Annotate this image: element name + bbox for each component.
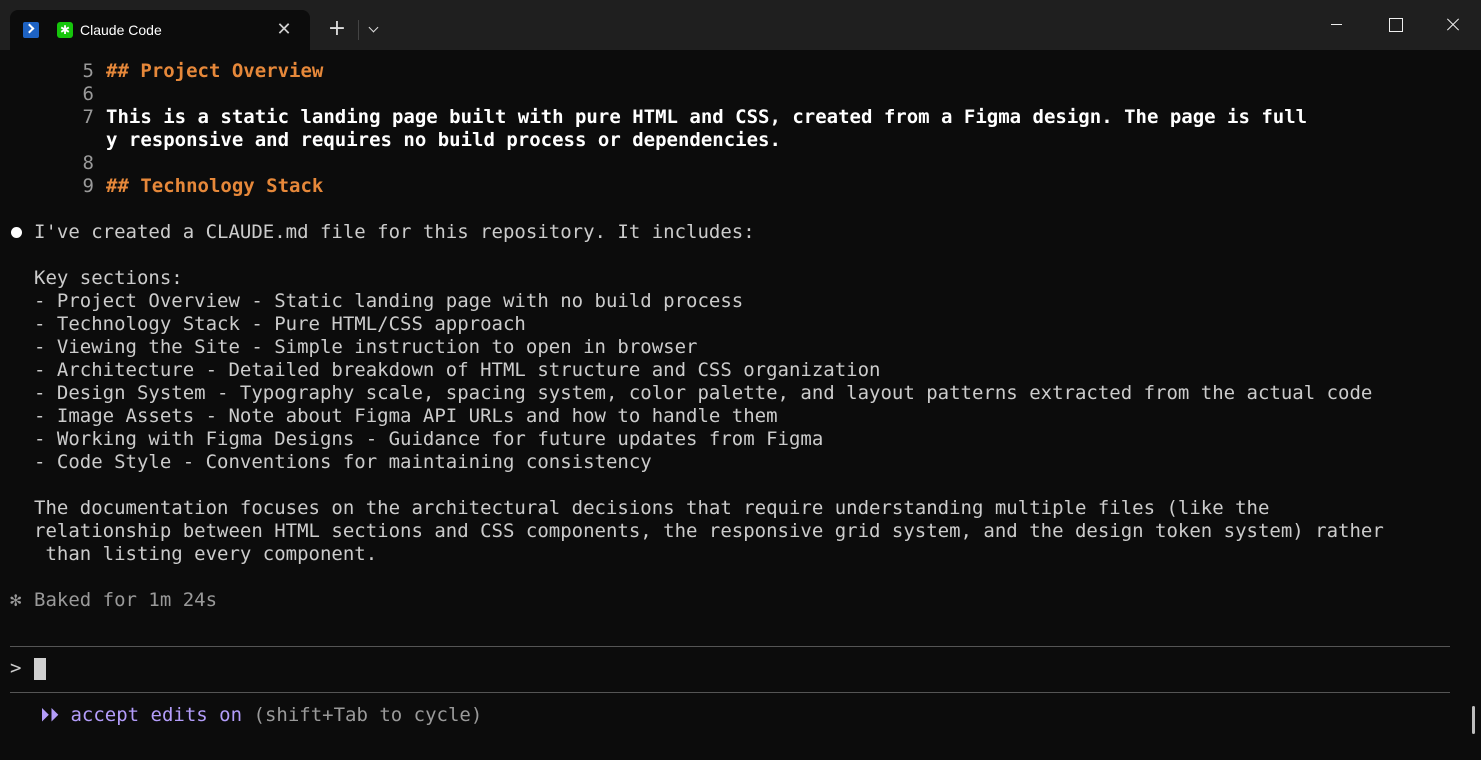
spark-icon: ✻ bbox=[10, 589, 22, 611]
line-number: 5 bbox=[82, 60, 94, 82]
input-top-divider bbox=[10, 646, 1450, 647]
terminal-output[interactable]: 5 ## Project Overview 6 7 This is a stat… bbox=[0, 50, 1481, 760]
line-number: 7 bbox=[82, 106, 94, 128]
title-bar: ✱ Claude Code ✕ + bbox=[0, 0, 1481, 50]
file-line: y responsive and requires no build proce… bbox=[106, 129, 781, 151]
response-bullet-icon bbox=[11, 227, 22, 238]
input-bottom-divider bbox=[10, 692, 1450, 693]
list-item: - Image Assets - Note about Figma API UR… bbox=[34, 405, 778, 427]
minimize-button[interactable] bbox=[1308, 0, 1366, 50]
mode-hint: (shift+Tab to cycle) bbox=[253, 704, 483, 726]
fast-forward-icon: ⏵⏵ bbox=[40, 704, 60, 726]
key-sections-label: Key sections: bbox=[34, 267, 183, 289]
tab-claude-code[interactable]: ✱ Claude Code ✕ bbox=[10, 10, 310, 50]
list-item: - Viewing the Site - Simple instruction … bbox=[34, 336, 698, 358]
scrollbar-thumb[interactable] bbox=[1472, 706, 1475, 734]
list-item: - Architecture - Detailed breakdown of H… bbox=[34, 359, 881, 381]
file-line: This is a static landing page built with… bbox=[106, 106, 1308, 128]
mode-label: accept edits on bbox=[70, 704, 243, 726]
maximize-button[interactable] bbox=[1366, 0, 1424, 50]
close-tab-icon[interactable]: ✕ bbox=[274, 20, 294, 40]
response-intro: I've created a CLAUDE.md file for this r… bbox=[34, 221, 755, 243]
chevron-down-icon[interactable] bbox=[364, 18, 384, 42]
new-tab-button[interactable]: + bbox=[324, 14, 350, 44]
list-item: - Project Overview - Static landing page… bbox=[34, 290, 744, 312]
list-item: - Design System - Typography scale, spac… bbox=[34, 382, 1373, 404]
summary-line: The documentation focuses on the archite… bbox=[34, 497, 1270, 519]
prompt-symbol: > bbox=[10, 657, 22, 679]
file-line: ## Project Overview bbox=[106, 60, 324, 82]
summary-line: relationship between HTML sections and C… bbox=[34, 520, 1384, 542]
file-line: ## Technology Stack bbox=[106, 175, 324, 197]
mode-indicator[interactable]: ⏵⏵ accept edits on (shift+Tab to cycle) bbox=[40, 704, 482, 727]
powershell-icon bbox=[23, 22, 39, 38]
list-item: - Working with Figma Designs - Guidance … bbox=[34, 428, 824, 450]
tab-title: Claude Code bbox=[80, 22, 162, 38]
close-window-button[interactable] bbox=[1424, 0, 1481, 50]
list-item: - Code Style - Conventions for maintaini… bbox=[34, 451, 652, 473]
tab-divider bbox=[358, 20, 359, 40]
input-cursor[interactable] bbox=[34, 658, 46, 680]
claude-icon: ✱ bbox=[57, 22, 73, 38]
line-number: 8 bbox=[82, 152, 94, 174]
line-number: 9 bbox=[82, 175, 94, 197]
line-number: 6 bbox=[82, 83, 94, 105]
list-item: - Technology Stack - Pure HTML/CSS appro… bbox=[34, 313, 526, 335]
status-text: Baked for 1m 24s bbox=[34, 589, 218, 611]
summary-line: than listing every component. bbox=[34, 543, 378, 565]
